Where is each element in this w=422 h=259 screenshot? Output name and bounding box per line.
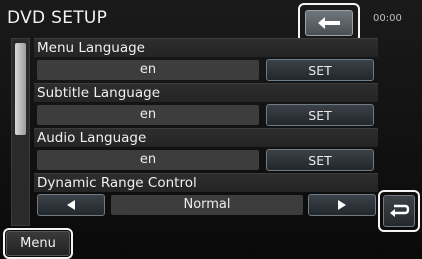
menu-language-value: en: [37, 60, 259, 80]
subtitle-language-value: en: [37, 105, 259, 125]
audio-language-set-button[interactable]: SET: [266, 149, 374, 171]
scrollbar-thumb[interactable]: [15, 43, 26, 135]
left-triangle-icon: [67, 200, 75, 210]
page-title: DVD SETUP: [7, 8, 108, 28]
menu-language-row: en SET: [34, 57, 378, 83]
menu-button[interactable]: Menu: [6, 231, 70, 256]
dynamic-range-label: Dynamic Range Control: [34, 173, 378, 192]
dvd-setup-screen: DVD SETUP 00:00 Menu Language en SET Sub…: [0, 0, 422, 259]
return-icon: [390, 204, 410, 217]
audio-language-row: en SET: [34, 147, 378, 173]
dynamic-range-row: Normal: [34, 192, 378, 218]
scrollbar[interactable]: [11, 38, 30, 226]
dynamic-range-right-button[interactable]: [308, 194, 376, 216]
menu-language-label: Menu Language: [34, 38, 378, 57]
audio-language-value: en: [37, 150, 259, 170]
return-button[interactable]: [383, 195, 415, 227]
back-button[interactable]: [305, 10, 353, 36]
settings-list: Menu Language en SET Subtitle Language e…: [34, 38, 378, 218]
audio-language-label: Audio Language: [34, 128, 378, 147]
subtitle-language-set-button[interactable]: SET: [266, 104, 374, 126]
dynamic-range-value: Normal: [111, 195, 303, 215]
right-triangle-icon: [338, 200, 346, 210]
subtitle-language-label: Subtitle Language: [34, 83, 378, 102]
back-arrow-icon: [318, 17, 340, 29]
menu-language-set-button[interactable]: SET: [266, 59, 374, 81]
clock: 00:00: [373, 13, 402, 24]
subtitle-language-row: en SET: [34, 102, 378, 128]
dynamic-range-left-button[interactable]: [37, 194, 105, 216]
